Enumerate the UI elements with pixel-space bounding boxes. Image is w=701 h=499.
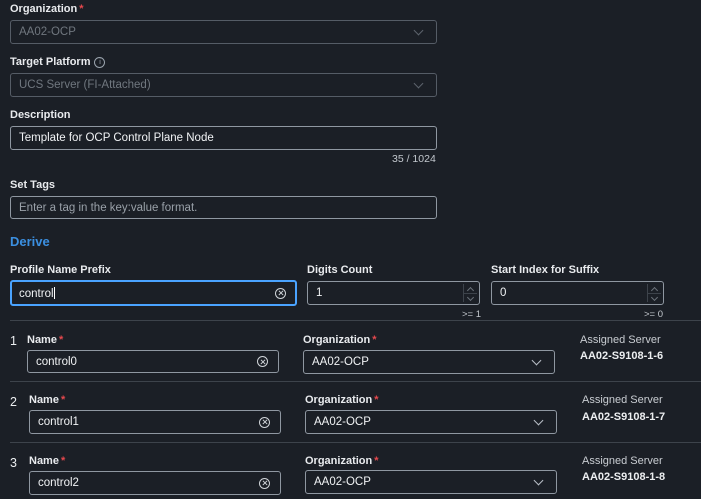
- clear-icon[interactable]: [259, 477, 270, 489]
- description-char-counter: 35 / 1024: [392, 153, 436, 165]
- name-label: Name *: [29, 394, 66, 406]
- start-index-label: Start Index for Suffix: [491, 264, 600, 276]
- profile-organization-value: AA02-OCP: [314, 476, 371, 488]
- decrement-icon[interactable]: [464, 294, 477, 303]
- chevron-down-icon: [413, 78, 424, 88]
- organization-select-value: AA02-OCP: [19, 26, 76, 38]
- assigned-server-value: AA02-S9108-1-7: [582, 411, 666, 423]
- row-index: 3: [10, 456, 17, 470]
- profile-name-prefix-label: Profile Name Prefix: [10, 264, 111, 276]
- name-label: Name *: [27, 334, 64, 346]
- increment-icon[interactable]: [648, 284, 661, 294]
- assigned-server-value: AA02-S9108-1-6: [580, 350, 664, 362]
- set-tags-placeholder: Enter a tag in the key:value format.: [19, 201, 198, 214]
- target-platform-label: Target Platform i: [10, 56, 106, 68]
- number-stepper[interactable]: [463, 284, 477, 302]
- profile-organization-select[interactable]: AA02-OCP: [305, 470, 557, 494]
- section-divider: [10, 320, 701, 321]
- chevron-down-icon: [531, 355, 542, 365]
- description-textarea[interactable]: Template for OCP Control Plane Node: [10, 126, 437, 150]
- number-stepper[interactable]: [647, 284, 661, 302]
- required-asterisk: *: [79, 3, 84, 15]
- start-index-input[interactable]: 0: [491, 281, 664, 305]
- target-platform-select[interactable]: UCS Server (FI-Attached): [10, 73, 437, 97]
- assigned-server-label: Assigned Server: [580, 334, 661, 346]
- profile-name-value: control1: [38, 416, 79, 428]
- info-icon[interactable]: i: [94, 57, 106, 68]
- organization-label: Organization *: [305, 455, 379, 467]
- row-index: 1: [10, 334, 17, 348]
- increment-icon[interactable]: [464, 284, 477, 294]
- row-divider: [10, 442, 701, 443]
- assigned-server-label: Assigned Server: [582, 455, 663, 467]
- digits-count-label: Digits Count: [307, 264, 373, 276]
- digits-count-hint: >= 1: [462, 309, 482, 320]
- assigned-server-label: Assigned Server: [582, 394, 663, 406]
- profile-name-input[interactable]: control0: [27, 350, 279, 373]
- organization-label: Organization *: [303, 334, 377, 346]
- start-index-value: 0: [500, 287, 507, 299]
- start-index-hint: >= 0: [644, 309, 664, 320]
- target-platform-value: UCS Server (FI-Attached): [19, 79, 151, 91]
- set-tags-label: Set Tags: [10, 179, 56, 191]
- organization-label: Organization *: [10, 3, 84, 15]
- digits-count-value: 1: [316, 287, 323, 299]
- row-divider: [10, 381, 701, 382]
- derive-section-title[interactable]: Derive: [10, 234, 50, 249]
- profile-name-input[interactable]: control1: [29, 410, 281, 434]
- profile-name-value: control2: [38, 477, 79, 489]
- chevron-down-icon: [413, 25, 424, 35]
- organization-label: Organization *: [305, 394, 379, 406]
- clear-icon[interactable]: [257, 356, 268, 367]
- description-value: Template for OCP Control Plane Node: [19, 132, 214, 144]
- profile-organization-select[interactable]: AA02-OCP: [305, 410, 557, 434]
- chevron-down-icon: [533, 475, 544, 485]
- organization-select[interactable]: AA02-OCP: [10, 20, 437, 44]
- description-label: Description: [10, 109, 71, 121]
- decrement-icon[interactable]: [648, 294, 661, 303]
- profile-name-input[interactable]: control2: [29, 471, 281, 495]
- profile-organization-value: AA02-OCP: [312, 356, 369, 368]
- profile-name-prefix-value: control: [19, 287, 54, 300]
- name-label: Name *: [29, 455, 66, 467]
- set-tags-input[interactable]: Enter a tag in the key:value format.: [10, 196, 437, 219]
- row-index: 2: [10, 395, 17, 409]
- profile-name-prefix-input[interactable]: control: [10, 280, 297, 306]
- text-caret: [53, 286, 55, 299]
- clear-icon[interactable]: [259, 416, 270, 428]
- assigned-server-value: AA02-S9108-1-8: [582, 471, 666, 483]
- profile-organization-select[interactable]: AA02-OCP: [303, 350, 555, 374]
- profile-organization-value: AA02-OCP: [314, 416, 371, 428]
- clear-icon[interactable]: [275, 287, 286, 299]
- profile-name-value: control0: [36, 355, 77, 368]
- digits-count-input[interactable]: 1: [307, 281, 480, 305]
- chevron-down-icon: [533, 415, 544, 425]
